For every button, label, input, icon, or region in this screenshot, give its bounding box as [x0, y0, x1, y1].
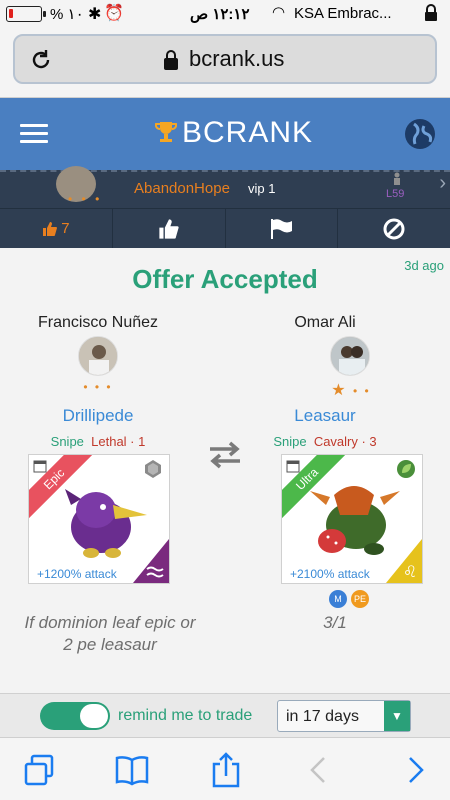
left-tag-snipe: Snipe [50, 434, 84, 449]
block-icon [383, 218, 405, 239]
user-strip: • • • AbandonHope vip 1 L59 › [0, 166, 450, 208]
swap-arrows-icon [210, 441, 240, 469]
thumbs-up-button[interactable] [113, 209, 226, 248]
clock: ١٢:١٢ ص [190, 6, 250, 23]
badge-pe: PE [351, 590, 369, 608]
right-tag-class: Cavalry · 3 [313, 434, 377, 449]
alarm-icon: ⏰ [104, 5, 124, 22]
calendar-icon [286, 460, 300, 473]
right-extra-badges: M PE [329, 590, 369, 608]
battery-percent: % ١٠ [50, 6, 84, 23]
thumbs-up-orange-icon [43, 221, 58, 236]
left-offer-note: If dominion leaf epic or 2 pe leasaur [24, 613, 196, 654]
brand-logo-text[interactable]: BCRANK [182, 116, 313, 150]
level-figure-icon [394, 172, 400, 185]
ios-status-bar: % ١٠ ✱ ⏰ ١٢:١٢ ص ◠ KSA Embrac... [0, 0, 450, 28]
badge-m: M [329, 590, 347, 608]
url-text: bcrank.us [189, 46, 285, 71]
action-row: 7 [0, 208, 450, 248]
padlock-icon [164, 50, 178, 70]
wifi-icon: ◠ [272, 4, 286, 21]
class-corner-icon [133, 539, 169, 583]
forward-arrow-icon[interactable] [398, 752, 434, 788]
left-tag-class: Lethal · 1 [91, 434, 146, 449]
right-monster-card[interactable]: Ultra ♌ +2100% attack [281, 454, 423, 584]
left-player-rank-dots: • • • [83, 380, 113, 394]
block-button[interactable] [338, 209, 450, 248]
tabs-icon[interactable] [22, 752, 58, 788]
offer-right-side: Omar Ali ★ • • Leasaur Snipe Cavalry · 3… [225, 310, 450, 690]
like-count: 7 [61, 220, 70, 237]
share-icon[interactable] [208, 752, 244, 788]
right-monster-name[interactable]: Leasaur [225, 406, 425, 426]
right-monster-tags: Snipe Cavalry · 3 [225, 434, 425, 449]
calendar-icon [33, 460, 47, 473]
left-player-name[interactable]: Francisco Nuñez [0, 314, 196, 332]
reminder-row: remind me to trade in 17 days ▼ [0, 693, 450, 737]
right-attack-bonus: +2100% attack [290, 567, 370, 581]
browser-toolbar [0, 737, 450, 800]
left-monster-tags: Snipe Lethal · 1 [0, 434, 196, 449]
right-player-rank: ★ • • [321, 380, 381, 400]
user-level: L59 [386, 188, 405, 200]
chevron-right-icon[interactable]: › [439, 172, 446, 195]
battery-icon [6, 6, 46, 22]
report-flag-button[interactable] [226, 209, 339, 248]
right-tag-snipe: Snipe [273, 434, 307, 449]
offer-card: 3d ago Offer Accepted Francisco Nuñez • … [0, 248, 450, 693]
reminder-label: remind me to trade [118, 707, 253, 724]
user-rank-dots: • • • [68, 192, 103, 206]
leo-class-corner-icon: ♌ [386, 539, 422, 583]
orientation-lock-icon [425, 4, 437, 21]
browser-url-bar: bcrank.us [0, 28, 450, 98]
reminder-selected-value: in 17 days [286, 708, 359, 725]
left-player-avatar[interactable] [78, 336, 118, 376]
offer-left-side: Francisco Nuñez • • • Drillipede Snipe L… [0, 310, 225, 690]
dropdown-arrow-icon[interactable]: ▼ [384, 701, 410, 731]
bookmarks-icon[interactable] [114, 752, 150, 788]
trophy-icon [155, 122, 177, 142]
right-player-rank-dots: • • [352, 384, 371, 398]
vip-badge: vip 1 [248, 181, 276, 196]
hamburger-menu-icon[interactable] [20, 124, 48, 144]
left-attack-bonus: +1200% attack [37, 567, 117, 581]
right-player-name[interactable]: Omar Ali [225, 314, 425, 332]
left-monster-name[interactable]: Drillipede [0, 406, 196, 426]
address-field[interactable]: bcrank.us [13, 34, 437, 84]
carrier-name: KSA Embrac... [294, 5, 392, 22]
thumbs-up-icon [159, 218, 179, 239]
right-player-avatar[interactable] [330, 336, 370, 376]
back-arrow-icon[interactable] [302, 752, 338, 788]
reminder-toggle[interactable] [40, 702, 110, 730]
globe-icon[interactable] [404, 118, 436, 150]
flag-icon [271, 218, 293, 239]
reload-icon[interactable] [29, 48, 53, 72]
svg-text:♌: ♌ [403, 562, 417, 581]
bluetooth-icon: ✱ [88, 6, 102, 23]
app-header: BCRANK [0, 98, 450, 170]
reminder-days-select[interactable]: in 17 days ▼ [277, 700, 411, 732]
offer-status-title: Offer Accepted [132, 264, 318, 294]
right-offer-note: 3/1 [323, 613, 347, 632]
rank-star-icon: ★ [331, 382, 348, 399]
like-count-button[interactable]: 7 [0, 209, 113, 248]
left-monster-card[interactable]: Epic +1200% attack [28, 454, 170, 584]
username-link[interactable]: AbandonHope [134, 180, 230, 197]
